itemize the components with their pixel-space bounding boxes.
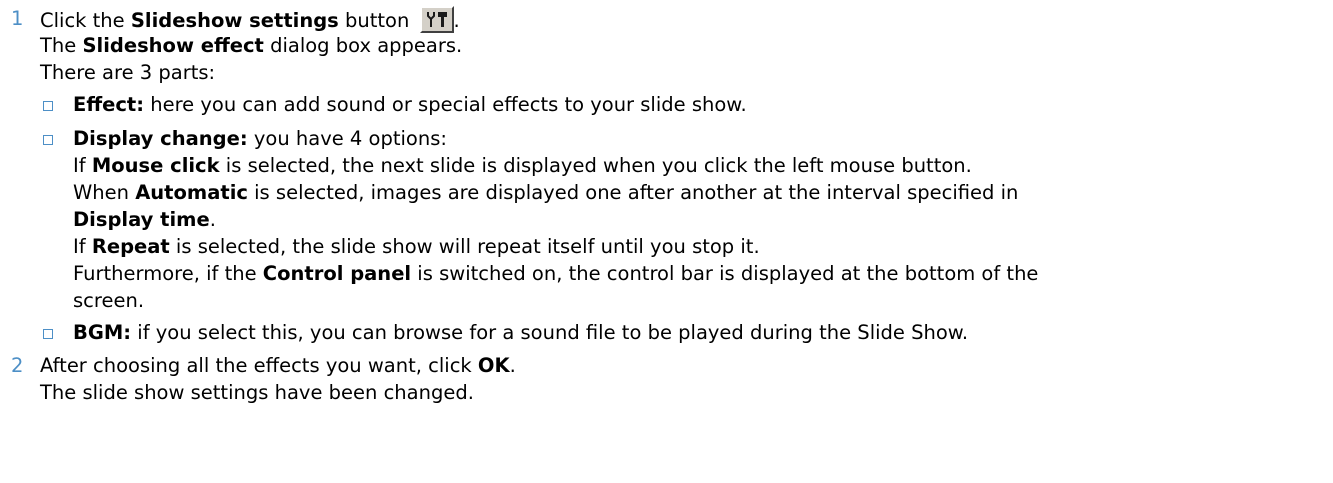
bullet-icon [43,135,53,145]
control-panel-label: Control panel [262,262,412,285]
bullet-icon [43,101,53,111]
control-panel-end: screen. [73,289,145,312]
automatic-option: When Automatic is selected, images are d… [73,180,1018,206]
bgm-text: if you select this, you can browse for a… [131,321,969,344]
step1-parts-intro: There are 3 parts: [40,61,216,84]
effect-label: Effect: [73,93,145,116]
bgm-label: BGM: [73,321,132,344]
slideshow-effect-label: Slideshow effect [82,34,264,57]
step1-result: The Slideshow effect dialog box appears. [40,33,462,59]
mouse-click-option: If Mouse click is selected, the next sli… [73,153,972,179]
slideshow-settings-label: Slideshow settings [130,9,339,32]
step1-instruction: Click the Slideshow settings button . [40,6,460,34]
step2-period: . [509,354,516,377]
repeat-label: Repeat [91,235,170,258]
slideshow-settings-button[interactable] [419,6,454,33]
display-time-label: Display time [73,208,210,231]
control-panel-pre: Furthermore, if the [73,262,263,285]
repeat-post: is selected, the slide show will repeat … [169,235,760,258]
automatic-label: Automatic [135,181,248,204]
bullet-effect: Effect: here you can add sound or specia… [73,92,747,118]
display-change-label: Display change: [73,127,248,150]
mouse-click-post: is selected, the next slide is displayed… [219,154,972,177]
step1-period: . [453,9,460,32]
step-number-2: 2 [11,354,24,377]
step2-text-pre: After choosing all the effects you want,… [40,354,478,377]
automatic-post: is selected, images are displayed one af… [247,181,1019,204]
mouse-click-pre: If [73,154,92,177]
step2-instruction: After choosing all the effects you want,… [40,353,516,379]
tools-icon [426,12,447,27]
step2-result: The slide show settings have been change… [40,381,474,404]
effect-text: here you can add sound or special effect… [144,93,747,116]
repeat-option: If Repeat is selected, the slide show wi… [73,234,760,260]
automatic-pre: When [73,181,136,204]
bullet-icon [43,329,53,339]
display-time-period: . [209,208,216,231]
control-panel-option: Furthermore, if the Control panel is swi… [73,261,1038,287]
display-time-line: Display time. [73,207,216,233]
control-panel-post: is switched on, the control bar is displ… [411,262,1039,285]
step-number-1: 1 [11,7,24,30]
ok-label: OK [477,354,510,377]
bullet-bgm: BGM: if you select this, you can browse … [73,320,968,346]
bullet-display-change: Display change: you have 4 options: [73,126,447,152]
step1-text-post: button [338,9,416,32]
display-change-text: you have 4 options: [247,127,447,150]
step1-result-pre: The [40,34,83,57]
step1-result-post: dialog box appears. [263,34,463,57]
step1-text-pre: Click the [40,9,131,32]
repeat-pre: If [73,235,92,258]
mouse-click-label: Mouse click [91,154,220,177]
